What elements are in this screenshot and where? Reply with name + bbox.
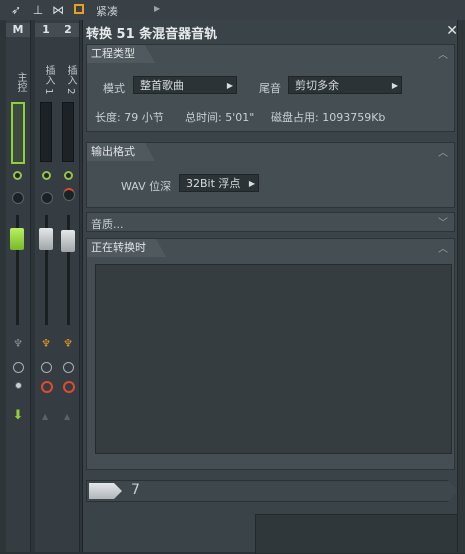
mixer-strip-master[interactable]: M 主控 ♆ ⬇ — [6, 20, 31, 552]
strip-number: 1 — [35, 23, 57, 37]
right-side-panel — [457, 20, 465, 552]
enable-led-icon[interactable] — [64, 171, 73, 180]
render-dialog: 转换 51 条混音器音轨 ✕ 工程类型 ︿ 模式 整首歌曲 ▶ 尾音 剪切多余 … — [82, 20, 465, 554]
clock-icon[interactable] — [41, 362, 52, 373]
fx-slot-icon[interactable]: ♆ — [40, 338, 52, 350]
wav-bitdepth-label: WAV 位深 — [121, 180, 172, 193]
dot-icon — [15, 382, 22, 389]
progress-text: 7 — [131, 482, 140, 498]
mixer-strip-2[interactable]: 2 插入 2 ♆ ▲ — [57, 20, 80, 552]
chevron-up-icon[interactable]: ︿ — [438, 144, 448, 159]
bowtie-icon[interactable]: ⋈ — [50, 2, 66, 18]
length-readout: 长度: 79 小节 — [95, 111, 164, 124]
render-progress-bar: 7 — [86, 480, 458, 502]
progress-fill — [89, 483, 122, 499]
disk-usage-readout: 磁盘占用: 1093759Kb — [271, 111, 386, 124]
tail-select[interactable]: 剪切多余 ▶ — [288, 76, 402, 94]
caret-right-icon: ▶ — [391, 81, 398, 90]
pan-knob[interactable] — [41, 192, 53, 204]
mode-value: 整首歌曲 — [140, 79, 184, 92]
fx-slot-icon[interactable]: ♆ — [12, 338, 24, 350]
total-time-readout: 总时间: 5'01" — [185, 111, 255, 124]
chevron-down-icon[interactable]: ﹀ — [438, 214, 448, 229]
quality-section[interactable]: 音质... ﹀ — [86, 212, 455, 232]
wav-bitdepth-select[interactable]: 32Bit 浮点 ▶ — [179, 174, 259, 192]
record-icon[interactable] — [41, 381, 53, 393]
strip-number: 2 — [57, 23, 79, 37]
strip-name: 主控 — [15, 72, 26, 92]
pin-icon[interactable]: ⊥ — [30, 2, 46, 18]
conversion-log-area — [95, 264, 452, 454]
volume-fader[interactable] — [10, 228, 24, 250]
strip-number: M — [6, 23, 30, 37]
strip-name: 插入 2 — [65, 65, 76, 95]
chevron-up-icon[interactable]: ︿ — [438, 240, 448, 255]
tail-label: 尾音 — [259, 82, 281, 95]
pan-knob[interactable] — [63, 188, 75, 201]
mode-label: 模式 — [103, 82, 125, 95]
section-header[interactable]: 正在转换时 — [87, 239, 166, 257]
clock-icon[interactable] — [63, 362, 74, 373]
section-header[interactable]: 音质... — [91, 216, 124, 232]
level-meter — [11, 102, 25, 164]
compact-label[interactable]: 紧凑 — [96, 3, 118, 19]
pan-knob[interactable] — [12, 192, 24, 204]
enable-led-icon[interactable] — [42, 171, 51, 180]
converting-section: 正在转换时 ︿ — [86, 238, 455, 470]
top-toolbar: ➶ ⊥ ⋈ 紧凑 ▶ — [0, 0, 465, 21]
level-meter — [40, 102, 52, 162]
caret-right-icon: ▶ — [248, 179, 255, 188]
mixer-panel: M 主控 ♆ ⬇ 1 插入 1 ♆ ▲ 2 插入 2 ♆ ▲ — [0, 20, 82, 552]
volume-fader[interactable] — [61, 230, 75, 252]
mode-select[interactable]: 整首歌曲 ▶ — [133, 76, 237, 94]
clock-icon[interactable] — [13, 362, 24, 373]
project-type-section: 工程类型 ︿ 模式 整首歌曲 ▶ 尾音 剪切多余 ▶ 长度: 79 小节 总时间… — [86, 44, 455, 132]
output-format-section: 输出格式 ︿ WAV 位深 32Bit 浮点 ▶ — [86, 142, 455, 208]
fx-slot-icon[interactable]: ♆ — [62, 338, 74, 350]
action-button[interactable] — [255, 514, 465, 554]
section-header[interactable]: 输出格式 — [87, 143, 155, 161]
wav-bitdepth-value: 32Bit 浮点 — [186, 177, 241, 190]
route-triangle-icon[interactable]: ▲ — [64, 412, 70, 421]
play-arrow-icon[interactable]: ▶ — [154, 4, 160, 13]
bird-icon[interactable]: ➶ — [8, 2, 24, 18]
tail-value: 剪切多余 — [295, 79, 339, 92]
caret-right-icon: ▶ — [226, 81, 233, 90]
level-meter — [62, 102, 74, 162]
route-triangle-icon[interactable]: ▲ — [42, 412, 48, 421]
route-arrow-icon[interactable]: ⬇ — [12, 409, 24, 422]
square-toggle-icon[interactable] — [74, 4, 84, 14]
enable-led-icon[interactable] — [13, 171, 22, 180]
section-header[interactable]: 工程类型 — [87, 45, 155, 63]
mixer-strip-1[interactable]: 1 插入 1 ♆ ▲ — [35, 20, 58, 552]
chevron-up-icon[interactable]: ︿ — [438, 46, 448, 61]
strip-name: 插入 1 — [43, 65, 54, 95]
record-icon[interactable] — [63, 381, 75, 393]
dialog-title: 转换 51 条混音器音轨 — [86, 27, 218, 42]
volume-fader[interactable] — [39, 228, 53, 250]
